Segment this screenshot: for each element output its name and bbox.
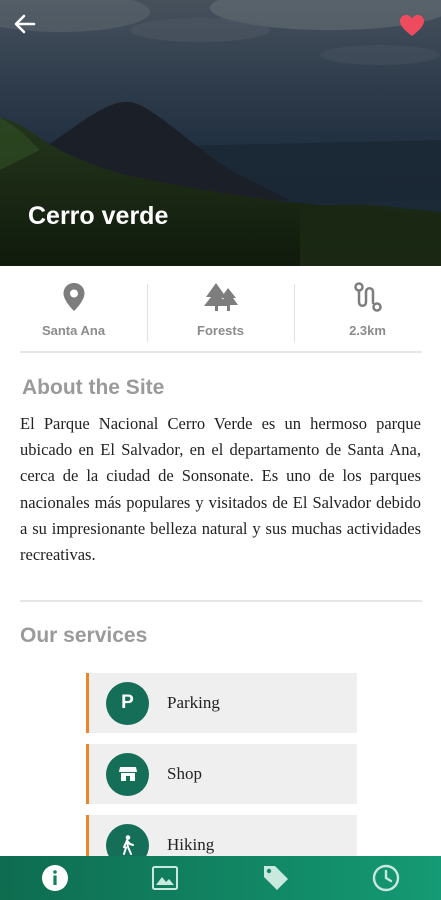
nav-info-tab[interactable]	[0, 856, 110, 900]
site-info-row: Santa Ana Forests 2.3km	[0, 266, 441, 352]
divider	[20, 351, 422, 353]
back-button[interactable]	[14, 14, 44, 44]
tag-icon	[263, 866, 288, 890]
info-location-label: Santa Ana	[41, 322, 106, 338]
site-title: Cerro verde	[28, 202, 169, 230]
service-item-shop[interactable]: Shop	[86, 744, 357, 804]
image-icon	[152, 866, 179, 890]
info-terrain: Forests	[147, 266, 294, 352]
about-description: El Parque Nacional Cerro Verde es un her…	[20, 414, 421, 565]
nav-gallery-tab[interactable]	[110, 856, 220, 900]
service-label: Hiking	[167, 835, 215, 854]
heart-icon	[400, 15, 424, 36]
hero-image: Cerro verde	[0, 0, 441, 266]
about-title: About the Site	[22, 376, 165, 399]
service-label: Parking	[167, 693, 220, 712]
nav-prices-tab[interactable]	[221, 856, 331, 900]
bottom-navigation	[0, 856, 441, 900]
info-location: Santa Ana	[0, 266, 147, 352]
arrow-left-icon	[14, 14, 36, 34]
location-pin-icon	[63, 282, 84, 311]
favorite-button[interactable]	[399, 14, 429, 44]
info-distance: 2.3km	[294, 266, 441, 352]
parking-icon: P	[106, 681, 149, 725]
info-terrain-label: Forests	[197, 322, 244, 338]
divider	[20, 600, 422, 602]
nav-schedule-tab[interactable]	[331, 856, 441, 900]
info-distance-label: 2.3km	[349, 322, 386, 338]
shop-icon	[106, 752, 149, 796]
route-icon	[353, 281, 382, 312]
service-label: Shop	[167, 764, 202, 783]
trees-icon	[203, 282, 238, 311]
services-title: Our services	[20, 624, 148, 647]
service-item-parking[interactable]: P Parking	[86, 673, 357, 733]
clock-icon	[372, 864, 400, 892]
info-icon	[42, 865, 69, 891]
